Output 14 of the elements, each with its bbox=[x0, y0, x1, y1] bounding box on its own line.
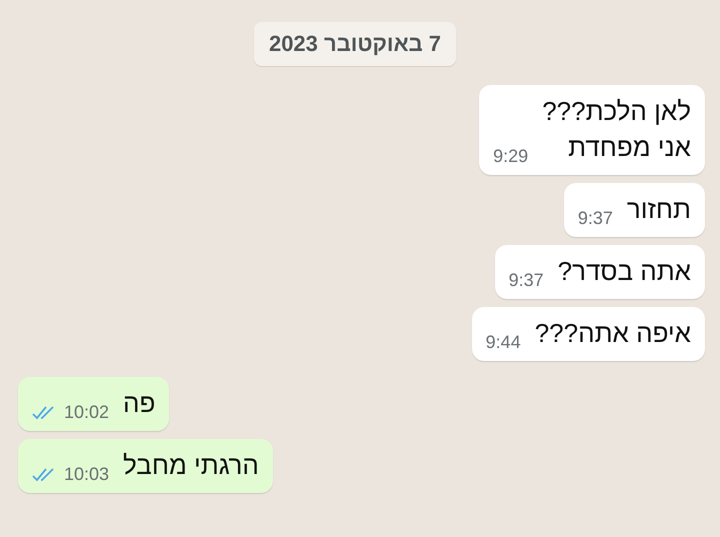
message-time: 9:37 bbox=[578, 208, 613, 229]
message-time: 9:44 bbox=[486, 332, 521, 353]
message-time: 9:29 bbox=[493, 146, 528, 167]
message-text: איפה אתה??? bbox=[534, 317, 691, 350]
message-text: אני מפחדת bbox=[567, 131, 691, 164]
message-time: 10:02 bbox=[64, 402, 110, 423]
message-text: אתה בסדר? bbox=[558, 255, 691, 288]
message-text: פה bbox=[123, 387, 156, 420]
message-time: 10:03 bbox=[64, 464, 110, 485]
message-text: לאן הלכת??? bbox=[542, 95, 691, 128]
date-label: 7 באוקטובר 2023 bbox=[254, 22, 456, 66]
message-time: 9:37 bbox=[508, 270, 544, 291]
message-text: הרגתי מחבל bbox=[123, 449, 259, 482]
message-text: תחזור bbox=[626, 193, 691, 226]
